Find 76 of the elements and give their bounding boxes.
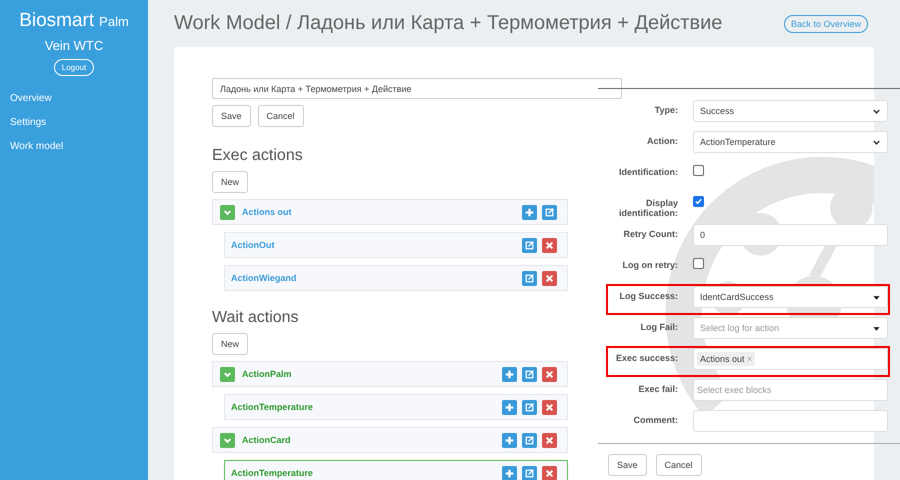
save-button[interactable]: Save xyxy=(608,454,647,476)
section-title: Wait actions xyxy=(212,309,299,327)
dropdown-field[interactable]: IdentCardSuccess xyxy=(693,286,888,308)
delete-icon[interactable] xyxy=(542,432,557,448)
delete-icon[interactable] xyxy=(542,466,557,480)
sidebar-item[interactable]: Overview xyxy=(10,93,52,104)
brand-name: Biosmart xyxy=(19,10,94,32)
delete-icon[interactable] xyxy=(542,366,557,382)
section-title: Exec actions xyxy=(212,147,303,165)
add-icon[interactable] xyxy=(522,204,537,220)
edit-icon[interactable] xyxy=(522,270,537,286)
tag-field[interactable]: Select exec blocks xyxy=(693,379,888,401)
add-icon[interactable] xyxy=(502,366,517,382)
action-row[interactable]: ActionCard xyxy=(212,427,568,453)
action-row[interactable]: ActionPalm xyxy=(212,361,568,387)
sidebar-item[interactable]: Settings xyxy=(10,117,46,128)
sidebar-item[interactable]: Work model xyxy=(10,141,64,152)
action-row[interactable]: Actions out xyxy=(212,199,568,225)
delete-icon[interactable] xyxy=(542,400,557,414)
save-button[interactable]: Save xyxy=(212,105,251,127)
field-label: Log on retry: xyxy=(622,259,678,270)
field-label: Display identification: xyxy=(618,197,678,218)
page-title: Work Model / Ладонь или Карта + Термометрия + Действие xyxy=(174,12,722,35)
back-button[interactable]: Back to Overview xyxy=(784,14,868,32)
action-row[interactable]: ActionWiegand xyxy=(224,265,568,291)
checkbox[interactable] xyxy=(693,165,704,176)
checkbox[interactable] xyxy=(693,196,704,207)
edit-icon[interactable] xyxy=(522,400,537,414)
action-label: Actions out xyxy=(242,207,292,217)
logout-button[interactable]: Logout xyxy=(54,59,94,76)
action-label: ActionCard xyxy=(242,435,292,445)
chevron-down-icon[interactable] xyxy=(872,138,881,146)
field-label: Exec fail: xyxy=(637,383,678,394)
edit-icon[interactable] xyxy=(522,366,537,382)
input-field[interactable] xyxy=(693,410,888,432)
action-label: ActionWiegand xyxy=(231,273,298,283)
tag-field[interactable]: Actions out × xyxy=(693,348,888,370)
new-button[interactable]: New xyxy=(212,171,248,193)
field-label: Comment: xyxy=(632,414,678,425)
field-label: Type: xyxy=(654,104,678,115)
delete-icon[interactable] xyxy=(542,238,557,252)
input-field[interactable]: 0 xyxy=(693,224,888,246)
brand-subtitle: Vein WTC xyxy=(44,38,104,53)
action-row[interactable]: ActionTemperature xyxy=(224,394,568,420)
field-label: Action: xyxy=(646,135,678,146)
chevron-down-icon[interactable] xyxy=(872,106,881,116)
field-label: Retry Count: xyxy=(622,228,678,239)
select-field[interactable]: Success xyxy=(693,100,888,122)
brand-suffix: Palm xyxy=(99,14,129,29)
add-icon[interactable] xyxy=(502,432,517,448)
action-label: ActionTemperature xyxy=(231,468,314,478)
edit-icon[interactable] xyxy=(522,432,537,448)
dropdown-field[interactable]: Select log for action xyxy=(693,317,888,339)
action-row[interactable]: ActionTemperature xyxy=(224,460,568,480)
field-label: Log Fail: xyxy=(640,321,678,332)
action-label: ActionTemperature xyxy=(231,402,314,412)
cancel-button[interactable]: Cancel xyxy=(258,105,304,127)
field-label: Identification: xyxy=(618,166,678,177)
add-icon[interactable] xyxy=(502,466,517,480)
action-row[interactable]: ActionOut xyxy=(224,232,568,258)
tag-remove-button[interactable]: × xyxy=(747,354,752,364)
add-icon[interactable] xyxy=(502,400,517,414)
cancel-button[interactable]: Cancel xyxy=(656,454,702,476)
edit-icon[interactable] xyxy=(522,238,537,252)
edit-icon[interactable] xyxy=(522,466,537,480)
new-button[interactable]: New xyxy=(212,333,248,355)
delete-icon[interactable] xyxy=(542,270,557,286)
model-name-field[interactable]: Ладонь или Карта + Термометрия + Действие xyxy=(212,78,622,99)
select-field[interactable]: ActionTemperature xyxy=(693,131,888,153)
field-label: Exec success: xyxy=(614,352,678,363)
action-label: ActionOut xyxy=(231,240,276,250)
field-label: Log Success: xyxy=(618,290,678,301)
action-label: ActionPalm xyxy=(242,369,293,379)
tag-label: Actions out xyxy=(700,354,745,364)
edit-icon[interactable] xyxy=(542,204,557,220)
checkbox[interactable] xyxy=(693,258,704,269)
